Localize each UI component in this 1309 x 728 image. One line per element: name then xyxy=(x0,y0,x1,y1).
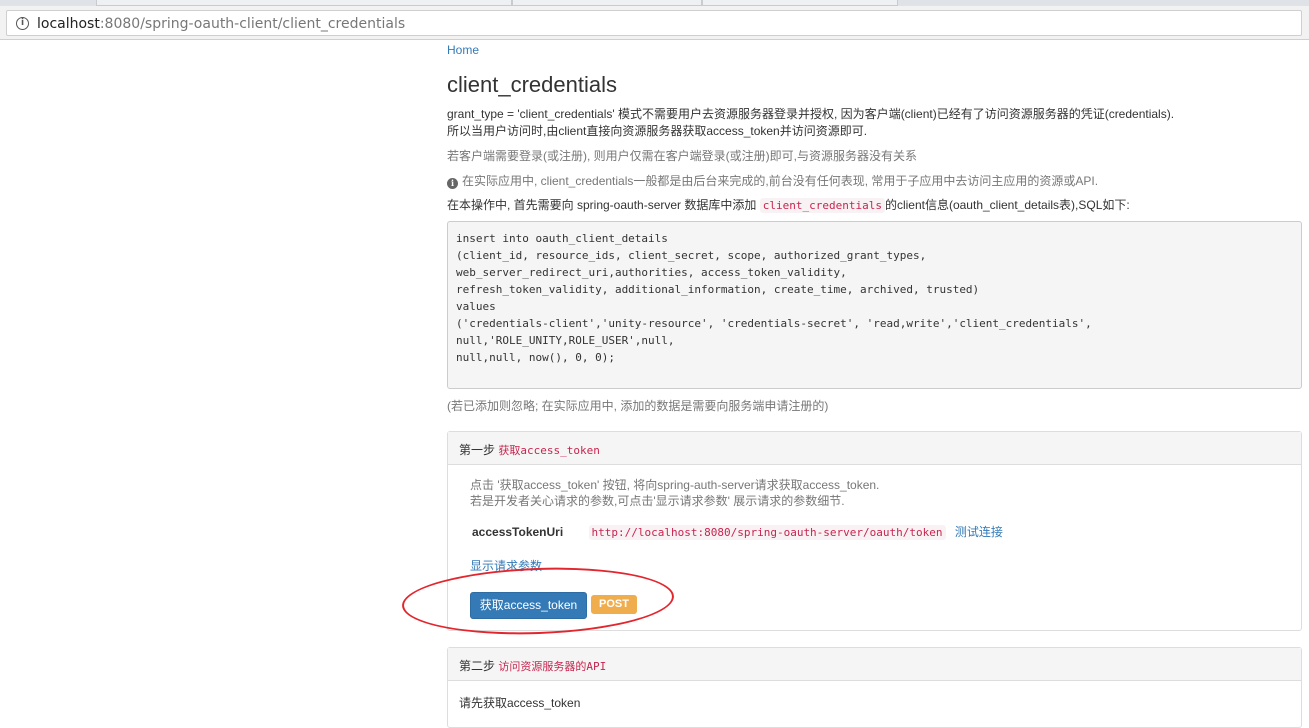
address-bar[interactable]: i localhost:8080/spring-oauth-client/cli… xyxy=(6,10,1302,36)
access-token-uri-value: http://localhost:8080/spring-oauth-serve… xyxy=(588,525,946,540)
browser-toolbar: i localhost:8080/spring-oauth-client/cli… xyxy=(0,6,1309,40)
get-access-token-button[interactable]: 获取access_token xyxy=(470,592,587,619)
grant-type-code: client_credentials xyxy=(759,198,885,213)
step2-title: 访问资源服务器的API xyxy=(498,660,607,673)
sql-note: (若已添加则忽略; 在实际应用中, 添加的数据是需要向服务端申请注册的) xyxy=(447,399,829,413)
operation-suffix: 的client信息(oauth_client_details表),SQL如下: xyxy=(884,198,1130,212)
step2-label: 第二步 xyxy=(459,659,496,673)
show-params-link[interactable]: 显示请求参数 xyxy=(470,557,542,574)
step1-desc-line-2: 若是开发者关心请求的参数,可点击'显示请求参数' 展示请求的参数细节. xyxy=(470,494,845,508)
intro-paragraph: grant_type = 'client_credentials' 模式不需要用… xyxy=(447,106,1174,140)
intro-line-2: 所以当用户访问时,由client直接向资源服务器获取access_token并访… xyxy=(447,124,868,138)
step1-label: 第一步 xyxy=(459,443,496,457)
operation-text: 在本操作中, 首先需要向 spring-oauth-server 数据库中添加 … xyxy=(447,196,1130,213)
step1-title: 获取access_token xyxy=(498,444,600,457)
info-note: i 在实际应用中, client_credentials一般都是由后台来完成的,前… xyxy=(447,172,1098,189)
home-link[interactable]: Home xyxy=(447,43,479,57)
step2-panel: 第二步 访问资源服务器的API 请先获取access_token xyxy=(447,647,1302,728)
operation-prefix: 在本操作中, 首先需要向 spring-oauth-server 数据库中添加 xyxy=(447,198,757,212)
step1-panel: 第一步 获取access_token 点击 '获取access_token' 按… xyxy=(400,431,1302,639)
step2-heading: 第二步 访问资源服务器的API xyxy=(448,648,1301,681)
url-path: :8080/spring-oauth-client/client_credent… xyxy=(99,16,406,32)
login-hint: 若客户端需要登录(或注册), 则用户仅需在客户端登录(或注册)即可,与资源服务器… xyxy=(447,149,917,163)
step1-heading: 第一步 获取access_token xyxy=(448,432,1301,465)
page-title: client_credentials xyxy=(447,72,617,97)
step1-description: 点击 '获取access_token' 按钮, 将向spring-auth-se… xyxy=(470,477,879,509)
access-token-uri-row: accessTokenUri http://localhost:8080/spr… xyxy=(472,523,1003,540)
info-circle-icon: i xyxy=(447,178,458,189)
info-text: 在实际应用中, client_credentials一般都是由后台来完成的,前台… xyxy=(462,174,1099,188)
intro-line-1: grant_type = 'client_credentials' 模式不需要用… xyxy=(447,107,1175,121)
step1-desc-line-1: 点击 '获取access_token' 按钮, 将向spring-auth-se… xyxy=(470,478,880,492)
info-icon[interactable]: i xyxy=(16,17,29,30)
test-connection-link[interactable]: 测试连接 xyxy=(955,525,1003,539)
step2-body: 请先获取access_token xyxy=(459,696,581,710)
sql-code-block: insert into oauth_client_details (client… xyxy=(447,221,1302,389)
access-token-uri-label: accessTokenUri xyxy=(472,525,564,539)
post-method-badge: POST xyxy=(591,595,637,614)
url-host: localhost xyxy=(37,16,100,32)
url-text: localhost:8080/spring-oauth-client/clien… xyxy=(37,16,405,32)
